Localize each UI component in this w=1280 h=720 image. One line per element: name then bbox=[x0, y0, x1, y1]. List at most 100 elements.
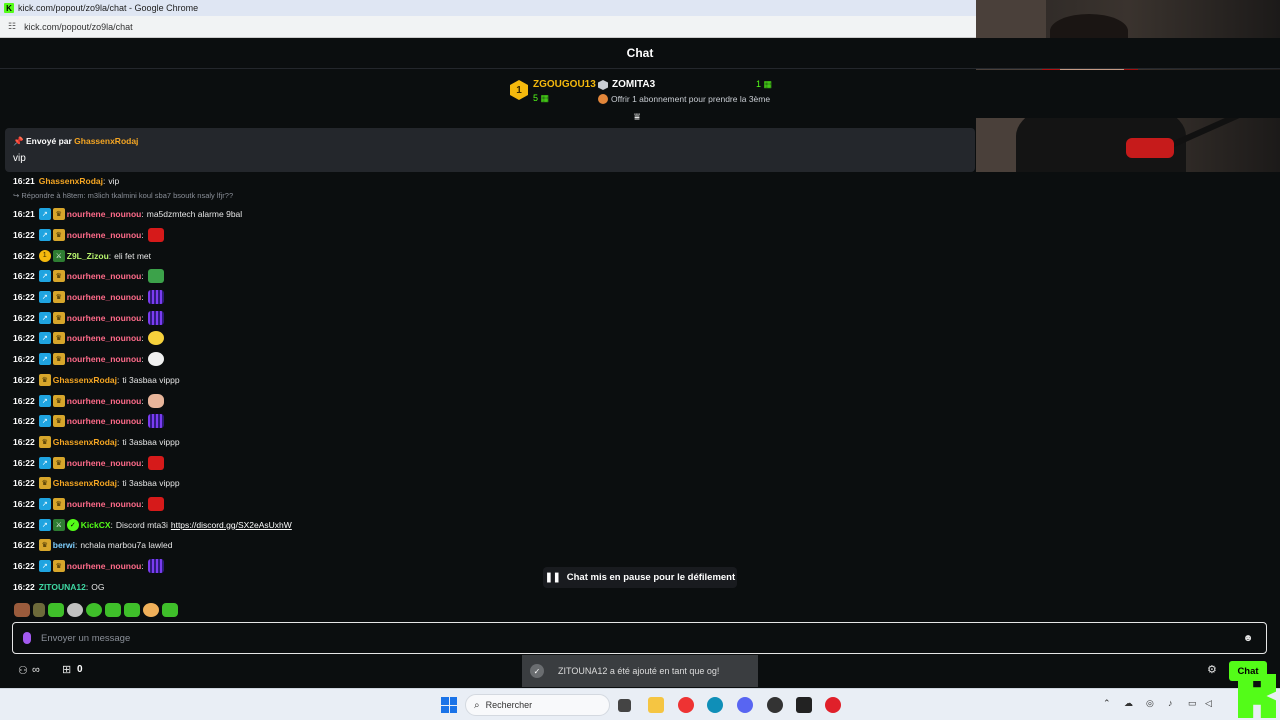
verified-badge-icon[interactable]: ✓ bbox=[66, 518, 79, 531]
message-username[interactable]: nourhene_nounou bbox=[67, 561, 142, 571]
moderator-badge-icon[interactable]: ⚔ bbox=[52, 518, 65, 531]
subscriber-badge-icon[interactable]: ♛ bbox=[52, 560, 65, 573]
message-username[interactable]: nourhene_nounou bbox=[67, 396, 142, 406]
message-username[interactable]: GhassenxRodaj bbox=[53, 478, 117, 488]
subscriber-badge-icon[interactable]: ♛ bbox=[52, 353, 65, 366]
file-explorer-icon[interactable] bbox=[648, 697, 664, 713]
message-username[interactable]: nourhene_nounou bbox=[67, 313, 142, 323]
subscriber-badge-icon[interactable]: ♛ bbox=[52, 332, 65, 345]
volume-icon[interactable]: ◁ bbox=[1205, 698, 1212, 709]
message-username[interactable]: Z9L_Zizou bbox=[67, 251, 109, 261]
leader-first-name[interactable]: ZGOUGOU13 bbox=[533, 79, 596, 90]
gift-box-icon[interactable]: ⊞ bbox=[62, 663, 71, 676]
emote-recent-2[interactable] bbox=[33, 603, 45, 617]
subscriber-badge-icon[interactable]: ♛ bbox=[52, 229, 65, 242]
message-username[interactable]: ZITOUNA12 bbox=[39, 582, 86, 592]
leader-offer-text[interactable]: Offrir 1 abonnement pour prendre la 3ème bbox=[611, 94, 770, 104]
emote-image[interactable] bbox=[147, 310, 164, 325]
message-username[interactable]: nourhene_nounou bbox=[67, 499, 142, 509]
address-bar[interactable]: ☷ kick.com/popout/zo9la/chat bbox=[0, 16, 976, 38]
message-username[interactable]: nourhene_nounou bbox=[67, 209, 142, 219]
boost-badge-icon[interactable]: ↗ bbox=[38, 270, 51, 283]
subscriber-badge-icon[interactable]: ♛ bbox=[52, 394, 65, 407]
message-username[interactable]: nourhene_nounou bbox=[67, 458, 142, 468]
emote-recent-7[interactable] bbox=[124, 603, 140, 617]
subscriber-badge-icon[interactable]: ♛ bbox=[52, 208, 65, 221]
emote-image[interactable] bbox=[147, 414, 164, 429]
boost-badge-icon[interactable]: ↗ bbox=[38, 291, 51, 304]
tray-chevron-up-icon[interactable]: ⌃ bbox=[1103, 698, 1111, 709]
boost-badge-icon[interactable]: ↗ bbox=[38, 353, 51, 366]
mic-tray-icon[interactable]: ♪ bbox=[1168, 698, 1173, 708]
emote-recent-4[interactable] bbox=[67, 603, 83, 617]
message-username[interactable]: nourhene_nounou bbox=[67, 416, 142, 426]
message-username[interactable]: nourhene_nounou bbox=[67, 292, 142, 302]
boost-badge-icon[interactable]: ↗ bbox=[38, 311, 51, 324]
moderator-badge-icon[interactable]: ⚔ bbox=[52, 249, 65, 262]
subscriber-badge-icon[interactable]: ♛ bbox=[52, 415, 65, 428]
users-icon[interactable]: ⚇ bbox=[18, 664, 28, 677]
message-input-box[interactable]: ☻ bbox=[12, 622, 1267, 654]
subscriber-badge-icon[interactable]: ♛ bbox=[38, 373, 51, 386]
emote-recent-8[interactable] bbox=[143, 603, 159, 617]
message-username[interactable]: nourhene_nounou bbox=[67, 230, 142, 240]
infinity-icon[interactable]: ∞ bbox=[32, 664, 40, 676]
chat-paused-indicator[interactable]: ❚❚ Chat mis en pause pour le défilement bbox=[543, 567, 737, 588]
message-username[interactable]: GhassenxRodaj bbox=[39, 176, 103, 186]
pinned-message[interactable]: 📌 Envoyé par GhassenxRodaj vip bbox=[5, 128, 975, 172]
message-username[interactable]: nourhene_nounou bbox=[67, 333, 142, 343]
subscriber-badge-icon[interactable]: ♛ bbox=[52, 291, 65, 304]
pinned-sender[interactable]: GhassenxRodaj bbox=[74, 136, 138, 146]
chrome-icon[interactable] bbox=[678, 697, 694, 713]
opera-icon[interactable] bbox=[825, 697, 841, 713]
message-username[interactable]: nourhene_nounou bbox=[67, 271, 142, 281]
subscriber-badge-icon[interactable]: ♛ bbox=[38, 477, 51, 490]
windows-start-icon[interactable] bbox=[441, 697, 457, 713]
app-icon[interactable] bbox=[767, 697, 783, 713]
network-icon[interactable]: ◎ bbox=[1146, 698, 1154, 709]
subscriber-badge-icon[interactable]: ♛ bbox=[52, 311, 65, 324]
emote-recent-3[interactable] bbox=[48, 603, 64, 617]
boost-badge-icon[interactable]: ↗ bbox=[38, 497, 51, 510]
emote-recent-6[interactable] bbox=[105, 603, 121, 617]
message-username[interactable]: GhassenxRodaj bbox=[53, 375, 117, 385]
message-username[interactable]: berwi bbox=[53, 540, 75, 550]
emote-image[interactable] bbox=[147, 290, 164, 305]
message-link[interactable]: https://discord.gg/SX2eAsUxhW bbox=[171, 520, 292, 530]
subscriber-badge-icon[interactable]: ♛ bbox=[52, 456, 65, 469]
subscriber-badge-icon[interactable]: ♛ bbox=[38, 539, 51, 552]
message-username[interactable]: nourhene_nounou bbox=[67, 354, 142, 364]
subscriber-badge-icon[interactable]: ♛ bbox=[52, 270, 65, 283]
og-badge-icon[interactable]: 1 bbox=[38, 249, 51, 262]
settings-gear-icon[interactable]: ⚙ bbox=[1207, 663, 1217, 676]
reply-context[interactable]: ↪ Répondre à h8tem: m3lich tkalmini koul… bbox=[13, 186, 913, 204]
edge-icon[interactable] bbox=[707, 697, 723, 713]
task-view-icon[interactable] bbox=[618, 699, 631, 712]
emote-image[interactable] bbox=[147, 331, 164, 346]
emote-recent-9[interactable] bbox=[162, 603, 178, 617]
subscriber-badge-icon[interactable]: ♛ bbox=[52, 497, 65, 510]
boost-badge-icon[interactable]: ↗ bbox=[38, 332, 51, 345]
discord-icon[interactable] bbox=[737, 697, 753, 713]
emote-picker-icon[interactable]: ☻ bbox=[1240, 633, 1256, 644]
display-icon[interactable]: ▭ bbox=[1188, 698, 1197, 709]
emote-image[interactable] bbox=[147, 559, 164, 574]
epic-games-icon[interactable] bbox=[796, 697, 812, 713]
taskbar-search[interactable]: ⌕ Rechercher bbox=[465, 694, 610, 716]
boost-badge-icon[interactable]: ↗ bbox=[38, 229, 51, 242]
boost-badge-icon[interactable]: ↗ bbox=[38, 208, 51, 221]
boost-badge-icon[interactable]: ↗ bbox=[38, 415, 51, 428]
emote-image[interactable] bbox=[147, 228, 164, 243]
emote-image[interactable] bbox=[147, 269, 164, 284]
subscriber-badge-icon[interactable]: ♛ bbox=[38, 435, 51, 448]
message-username[interactable]: KickCX bbox=[81, 520, 111, 530]
leader-second-name[interactable]: ZOMITA3 bbox=[612, 79, 655, 90]
emote-recent-1[interactable] bbox=[14, 603, 30, 617]
emote-image[interactable] bbox=[147, 393, 164, 408]
message-username[interactable]: GhassenxRodaj bbox=[53, 437, 117, 447]
collapse-leaderboard-icon[interactable]: ⩸ bbox=[634, 112, 640, 123]
message-input[interactable] bbox=[41, 632, 1240, 644]
site-info-icon[interactable]: ☷ bbox=[8, 21, 16, 32]
emote-image[interactable] bbox=[147, 496, 164, 511]
cloud-icon[interactable]: ☁ bbox=[1124, 698, 1133, 709]
